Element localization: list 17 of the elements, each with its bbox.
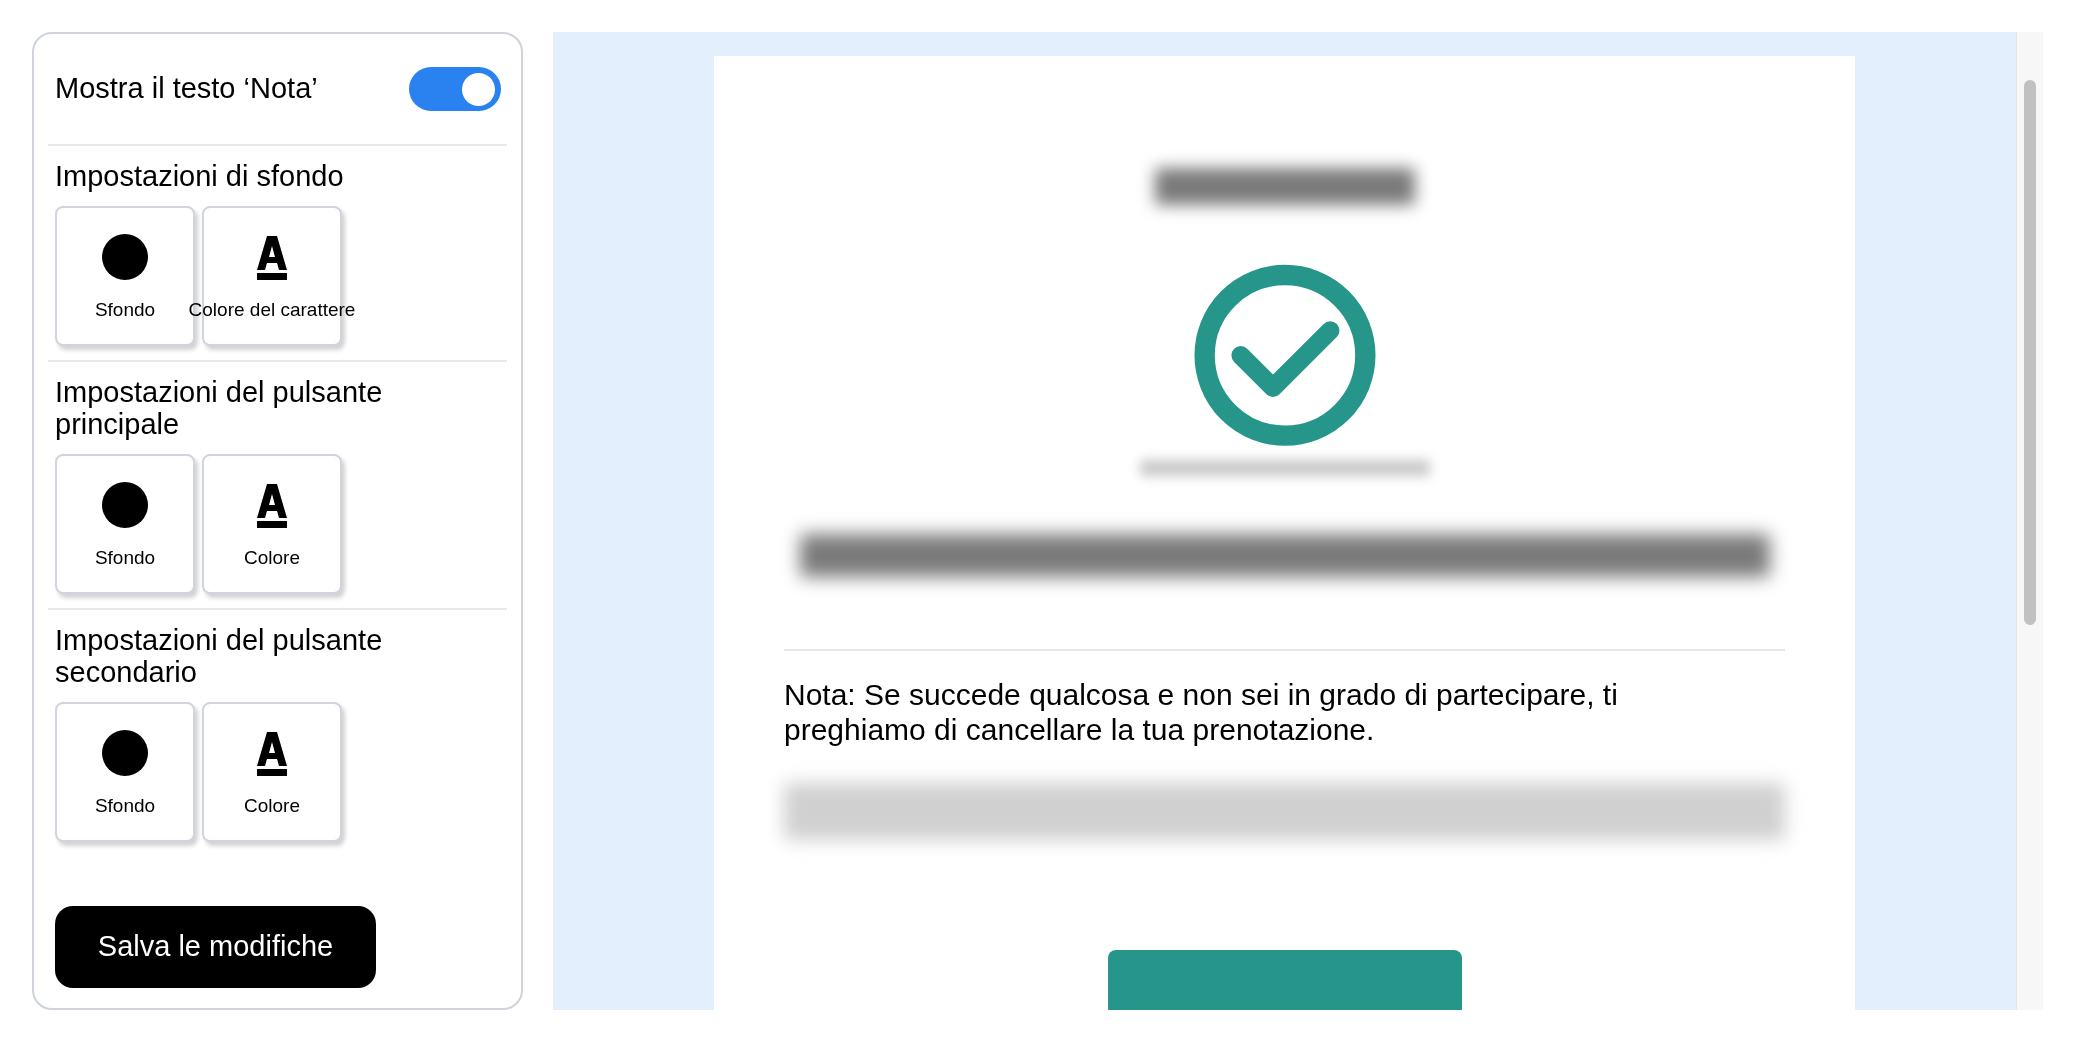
swatch-label: Colore	[244, 546, 300, 570]
toggle-switch[interactable]	[409, 67, 501, 111]
swatch-label: Sfondo	[94, 298, 156, 322]
section-heading: Impostazioni di sfondo	[55, 160, 345, 192]
section-heading: Impostazioni del pulsante secondario	[55, 624, 384, 688]
swatch-label: Colore del carattere	[188, 298, 356, 322]
swatch-label: Sfondo	[94, 794, 156, 818]
color-swatch-button[interactable]	[55, 454, 195, 594]
color-swatch-button[interactable]	[202, 702, 342, 842]
swatch-label: Sfondo	[94, 546, 156, 570]
toggle-label: Mostra il testo ‘Nota’	[55, 71, 318, 107]
save-button[interactable]: Salva le modifiche	[55, 906, 376, 988]
color-swatch-button[interactable]	[202, 454, 342, 594]
swatch-label: Colore	[244, 794, 300, 818]
color-swatch-button[interactable]	[55, 702, 195, 842]
note-text: Nota: Se succede qualcosa e non sei in grado di partecipare, ti preghiamo di cancellare la tua prenotazione.	[784, 676, 1619, 747]
section-heading: Impostazioni del pulsante principale	[55, 376, 384, 440]
